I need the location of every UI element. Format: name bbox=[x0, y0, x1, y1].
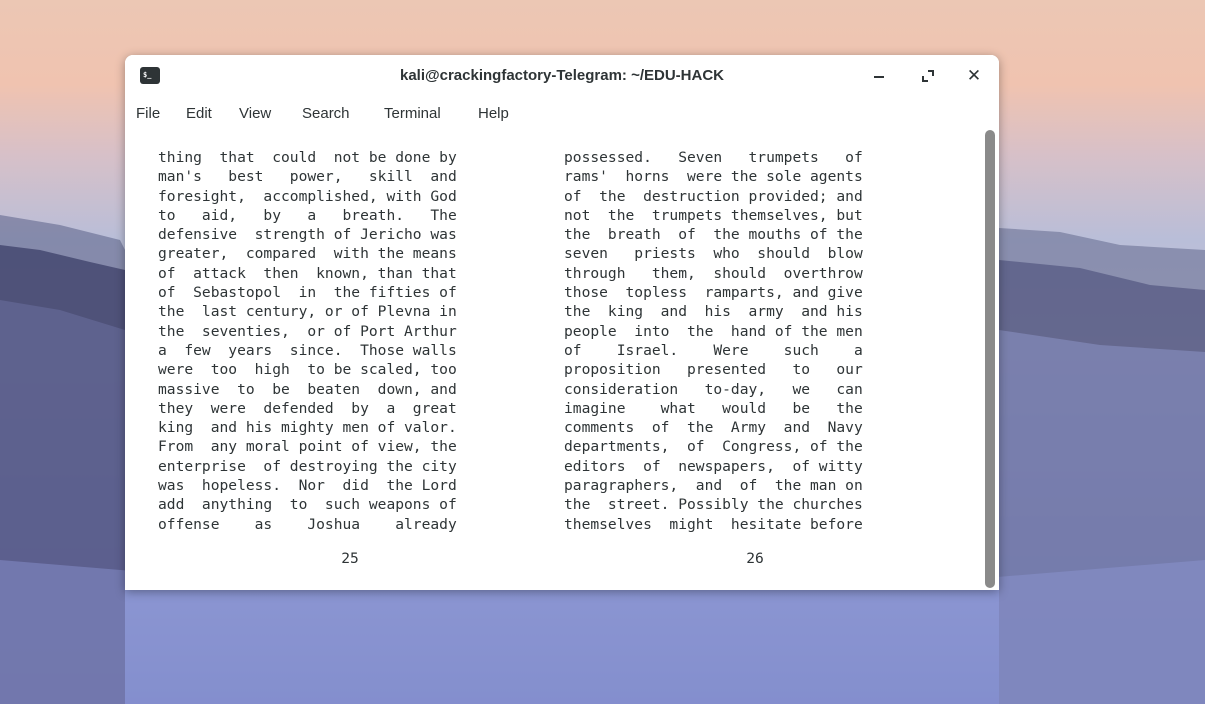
text-line: a few years since. Those walls bbox=[158, 341, 457, 359]
text-line: massive to be beaten down, and bbox=[158, 380, 457, 398]
text-line: foresight, accomplished, with God bbox=[158, 187, 457, 205]
text-line: the seventies, or of Port Arthur bbox=[158, 322, 457, 340]
text-line: those topless ramparts, and give bbox=[564, 284, 863, 302]
text-line: of Sebastopol in the fifties of bbox=[158, 284, 457, 302]
scrollbar[interactable] bbox=[985, 130, 995, 588]
text-line: they were defended by a great bbox=[158, 399, 457, 417]
maximize-icon[interactable] bbox=[915, 63, 941, 89]
text-line: proposition presented to our bbox=[564, 361, 863, 379]
text-line: comments of the Army and Navy bbox=[564, 419, 863, 437]
text-line: enterprise of destroying the city bbox=[158, 457, 457, 475]
text-line: the breath of the mouths of the bbox=[564, 226, 863, 244]
page-number-left: 25 bbox=[341, 550, 359, 567]
page-number-right: 26 bbox=[746, 550, 764, 567]
minimize-icon[interactable] bbox=[866, 63, 892, 89]
text-line: the last century, or of Plevna in bbox=[158, 303, 457, 321]
terminal-output[interactable]: thing that could not be done by man's be… bbox=[125, 129, 999, 590]
menu-view[interactable]: View bbox=[239, 105, 271, 122]
text-line: of the destruction provided; and bbox=[564, 187, 863, 205]
page-right-text: possessed. Seven trumpets of rams' horns… bbox=[564, 148, 928, 534]
text-line: imagine what would be the bbox=[564, 399, 863, 417]
menu-edit[interactable]: Edit bbox=[186, 105, 212, 122]
text-line: possessed. Seven trumpets of bbox=[564, 149, 863, 166]
text-line: through them, should overthrow bbox=[564, 264, 863, 282]
menu-file[interactable]: File bbox=[136, 105, 160, 122]
text-line: man's best power, skill and bbox=[158, 168, 457, 186]
close-icon[interactable]: ✕ bbox=[961, 63, 987, 89]
text-line: consideration to-day, we can bbox=[564, 380, 863, 398]
text-line: add anything to such weapons of bbox=[158, 496, 457, 514]
terminal-window[interactable]: $_ kali@crackingfactory-Telegram: ~/EDU-… bbox=[125, 55, 999, 590]
text-line: paragraphers, and of the man on bbox=[564, 477, 863, 495]
text-line: not the trumpets themselves, but bbox=[564, 206, 863, 224]
text-line: the king and his army and his bbox=[564, 303, 863, 321]
menu-bar: File Edit View Search Terminal Help bbox=[125, 97, 999, 129]
text-line: themselves might hesitate before bbox=[564, 515, 863, 533]
text-line: offense as Joshua already bbox=[158, 515, 457, 533]
menu-help[interactable]: Help bbox=[478, 105, 509, 122]
text-line: seven priests who should blow bbox=[564, 245, 863, 263]
menu-terminal[interactable]: Terminal bbox=[384, 105, 441, 122]
page-left-text: thing that could not be done by man's be… bbox=[158, 148, 522, 534]
text-line: the street. Possibly the churches bbox=[564, 496, 863, 514]
text-line: people into the hand of the men bbox=[564, 322, 863, 340]
text-line: From any moral point of view, the bbox=[158, 438, 457, 456]
text-line: of attack then known, than that bbox=[158, 264, 457, 282]
text-line: departments, of Congress, of the bbox=[564, 438, 863, 456]
text-line: to aid, by a breath. The bbox=[158, 206, 457, 224]
text-line: king and his mighty men of valor. bbox=[158, 419, 457, 437]
text-line: of Israel. Were such a bbox=[564, 341, 863, 359]
text-line: defensive strength of Jericho was bbox=[158, 226, 457, 244]
text-line: thing that could not be done by bbox=[158, 149, 457, 166]
title-bar[interactable]: $_ kali@crackingfactory-Telegram: ~/EDU-… bbox=[125, 55, 999, 97]
text-line: rams' horns were the sole agents bbox=[564, 168, 863, 186]
text-line: greater, compared with the means bbox=[158, 245, 457, 263]
text-line: was hopeless. Nor did the Lord bbox=[158, 477, 457, 495]
text-line: editors of newspapers, of witty bbox=[564, 457, 863, 475]
text-line: were too high to be scaled, too bbox=[158, 361, 457, 379]
menu-search[interactable]: Search bbox=[302, 105, 350, 122]
